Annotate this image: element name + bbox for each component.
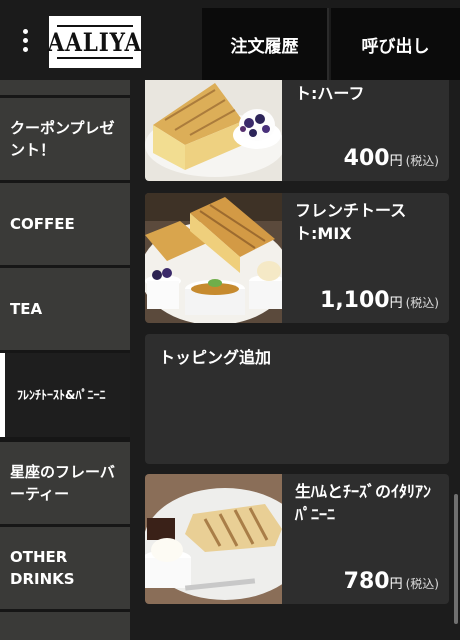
list-scrollbar[interactable] <box>454 494 458 624</box>
product-price: 400円 (税込) <box>343 146 439 171</box>
category-sidebar: クーポンプレゼント！ COFFEE TEA ﾌﾚﾝﾁﾄｰｽﾄ&ﾊﾟﾆｰﾆ 星座の… <box>0 80 130 640</box>
sidebar-item-coupon[interactable]: クーポンプレゼント！ <box>0 98 130 180</box>
product-name: ト:ハーフ <box>295 84 365 103</box>
more-menu-icon[interactable] <box>10 26 40 56</box>
sidebar-item-tea[interactable]: TEA <box>0 268 130 350</box>
product-list: ト:ハーフ 400円 (税込) フレンチトースト:MIX 1,100円 (税込)… <box>130 80 460 640</box>
order-history-button[interactable]: 注文履歴 <box>202 8 329 80</box>
sidebar-item-french-toast-panini[interactable]: ﾌﾚﾝﾁﾄｰｽﾄ&ﾊﾟﾆｰﾆ <box>0 353 130 437</box>
product-price: 1,100円 (税込) <box>320 288 439 313</box>
section-title: トッピング追加 <box>159 348 272 367</box>
product-price: 780円 (税込) <box>343 569 439 594</box>
sidebar-item-other-drinks[interactable]: OTHER DRINKS <box>0 527 130 609</box>
product-name: 生ﾊﾑとﾁｰｽﾞのｲﾀﾘｱﾝﾊﾟﾆｰﾆ <box>295 482 432 524</box>
french-toast-mix-image <box>145 193 282 323</box>
brand-logo: AALIYA <box>48 16 141 68</box>
product-card[interactable]: ト:ハーフ 400円 (税込) <box>145 80 449 181</box>
topping-section[interactable]: トッピング追加 <box>145 334 449 464</box>
french-toast-half-image <box>145 80 282 181</box>
product-card[interactable]: フレンチトースト:MIX 1,100円 (税込) <box>145 193 449 323</box>
app-header: AALIYA 注文履歴 呼び出し <box>0 0 460 80</box>
sidebar-item-zodiac-flavor-tea[interactable]: 星座のフレーバーティー <box>0 442 130 524</box>
sidebar-item-coffee[interactable]: COFFEE <box>0 183 130 265</box>
call-staff-button[interactable]: 呼び出し <box>331 8 460 80</box>
sidebar-item-previous[interactable] <box>0 80 130 95</box>
product-name: フレンチトースト:MIX <box>295 201 407 243</box>
sidebar-item-next[interactable] <box>0 612 130 640</box>
panini-image <box>145 474 282 604</box>
product-card[interactable]: 生ﾊﾑとﾁｰｽﾞのｲﾀﾘｱﾝﾊﾟﾆｰﾆ 780円 (税込) <box>145 474 449 604</box>
